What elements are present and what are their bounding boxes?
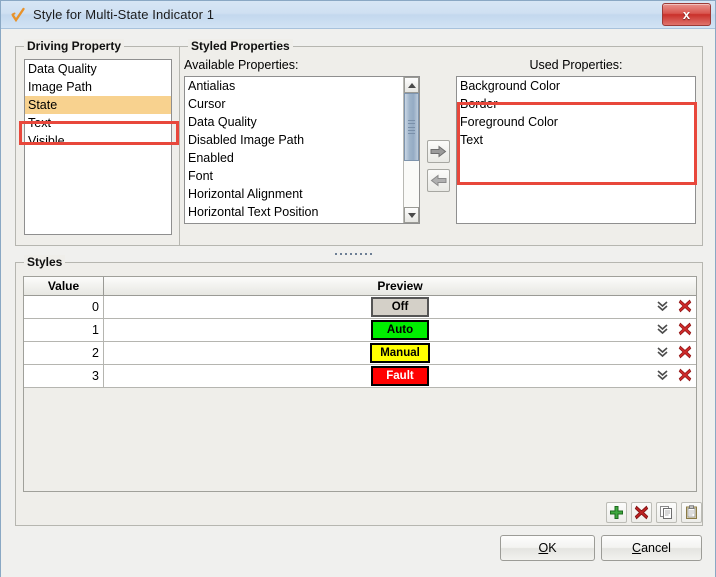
cancel-button-label: Cancel <box>632 541 671 555</box>
delete-row-icon[interactable] <box>678 368 692 385</box>
orange-check-icon <box>9 6 27 24</box>
arrow-left-icon <box>430 174 447 187</box>
ok-button[interactable]: OK <box>500 535 595 561</box>
styles-group: Styles Value Preview 0 Off <box>15 262 703 526</box>
driving-property-list[interactable]: Data Quality Image Path State Text Visib… <box>24 59 172 235</box>
cell-preview[interactable]: Manual <box>104 342 696 364</box>
style-preview-chip: Manual <box>370 343 430 363</box>
available-property-item-1[interactable]: Cursor <box>185 95 406 113</box>
paste-style-button[interactable] <box>681 502 702 523</box>
table-row[interactable]: 0 Off <box>24 296 696 319</box>
move-right-button[interactable] <box>427 140 450 163</box>
available-property-item-3[interactable]: Disabled Image Path <box>185 131 406 149</box>
driving-property-item-2[interactable]: State <box>25 96 171 114</box>
available-properties-scrollbar[interactable] <box>403 77 419 223</box>
table-empty-area[interactable] <box>24 388 696 492</box>
driving-property-item-1[interactable]: Image Path <box>25 78 171 96</box>
expand-row-icon[interactable] <box>656 300 669 315</box>
table-row[interactable]: 1 Auto <box>24 319 696 342</box>
styles-title: Styles <box>24 255 65 269</box>
dialog-content: Driving Property Data Quality Image Path… <box>1 29 715 577</box>
row-actions <box>656 365 692 387</box>
add-style-button[interactable] <box>606 502 627 523</box>
styled-properties-title: Styled Properties <box>188 39 293 53</box>
close-button[interactable]: x <box>662 3 711 26</box>
used-properties-label: Used Properties: <box>456 58 696 72</box>
cell-preview[interactable]: Auto <box>104 319 696 341</box>
row-actions <box>656 342 692 364</box>
available-property-item-4[interactable]: Enabled <box>185 149 406 167</box>
window-title: Style for Multi-State Indicator 1 <box>33 7 214 22</box>
chevron-up-icon <box>408 83 416 88</box>
grip-icon <box>408 120 415 134</box>
cell-value[interactable]: 0 <box>24 296 104 318</box>
available-property-item-7[interactable]: Horizontal Text Position <box>185 203 406 221</box>
ok-button-label: OK <box>538 541 556 555</box>
style-dialog-window: Style for Multi-State Indicator 1 x Driv… <box>0 0 716 577</box>
styles-table: Value Preview 0 Off <box>23 276 697 492</box>
scrollbar-thumb[interactable] <box>404 93 419 161</box>
expand-row-icon[interactable] <box>656 323 669 338</box>
plus-icon <box>609 505 624 520</box>
title-bar: Style for Multi-State Indicator 1 x <box>1 1 715 29</box>
delete-x-icon <box>634 505 649 520</box>
driving-property-item-0[interactable]: Data Quality <box>25 60 171 78</box>
style-preview-chip: Fault <box>371 366 429 386</box>
cell-value[interactable]: 1 <box>24 319 104 341</box>
available-property-item-5[interactable]: Font <box>185 167 406 185</box>
delete-style-button[interactable] <box>631 502 652 523</box>
expand-row-icon[interactable] <box>656 369 669 384</box>
style-preview-chip: Auto <box>371 320 429 340</box>
column-header-value[interactable]: Value <box>24 277 104 295</box>
row-actions <box>656 319 692 341</box>
delete-row-icon[interactable] <box>678 345 692 362</box>
available-property-item-2[interactable]: Data Quality <box>185 113 406 131</box>
cell-preview[interactable]: Off <box>104 296 696 318</box>
available-properties-list[interactable]: Antialias Cursor Data Quality Disabled I… <box>184 76 420 224</box>
scrollbar-track[interactable] <box>404 93 419 207</box>
table-row[interactable]: 3 Fault <box>24 365 696 388</box>
scroll-down-button[interactable] <box>404 207 419 223</box>
cell-value[interactable]: 2 <box>24 342 104 364</box>
styled-properties-group: Styled Properties Available Properties: … <box>179 46 703 246</box>
delete-row-icon[interactable] <box>678 322 692 339</box>
scroll-up-button[interactable] <box>404 77 419 93</box>
panel-splitter-handle[interactable] <box>335 253 372 255</box>
used-property-item-0[interactable]: Background Color <box>457 77 695 95</box>
arrow-right-icon <box>430 145 447 158</box>
copy-icon <box>659 505 674 520</box>
expand-row-icon[interactable] <box>656 346 669 361</box>
cell-preview[interactable]: Fault <box>104 365 696 387</box>
style-preview-chip: Off <box>371 297 429 317</box>
cell-value[interactable]: 3 <box>24 365 104 387</box>
used-property-item-2[interactable]: Foreground Color <box>457 113 695 131</box>
used-property-item-3[interactable]: Text <box>457 131 695 149</box>
driving-property-group: Driving Property Data Quality Image Path… <box>15 46 181 246</box>
delete-row-icon[interactable] <box>678 299 692 316</box>
column-header-preview[interactable]: Preview <box>104 277 696 295</box>
driving-property-title: Driving Property <box>24 39 124 53</box>
used-property-item-1[interactable]: Border <box>457 95 695 113</box>
driving-property-item-3[interactable]: Text <box>25 114 171 132</box>
available-property-item-0[interactable]: Antialias <box>185 77 406 95</box>
cancel-button[interactable]: Cancel <box>601 535 702 561</box>
paste-icon <box>684 505 699 520</box>
chevron-down-icon <box>408 213 416 218</box>
available-property-item-6[interactable]: Horizontal Alignment <box>185 185 406 203</box>
table-header-row: Value Preview <box>24 277 696 296</box>
table-row[interactable]: 2 Manual <box>24 342 696 365</box>
move-left-button[interactable] <box>427 169 450 192</box>
used-properties-list[interactable]: Background Color Border Foreground Color… <box>456 76 696 224</box>
close-icon: x <box>683 8 690 21</box>
available-properties-label: Available Properties: <box>184 58 298 72</box>
copy-style-button[interactable] <box>656 502 677 523</box>
row-actions <box>656 296 692 318</box>
driving-property-item-4[interactable]: Visible <box>25 132 171 150</box>
